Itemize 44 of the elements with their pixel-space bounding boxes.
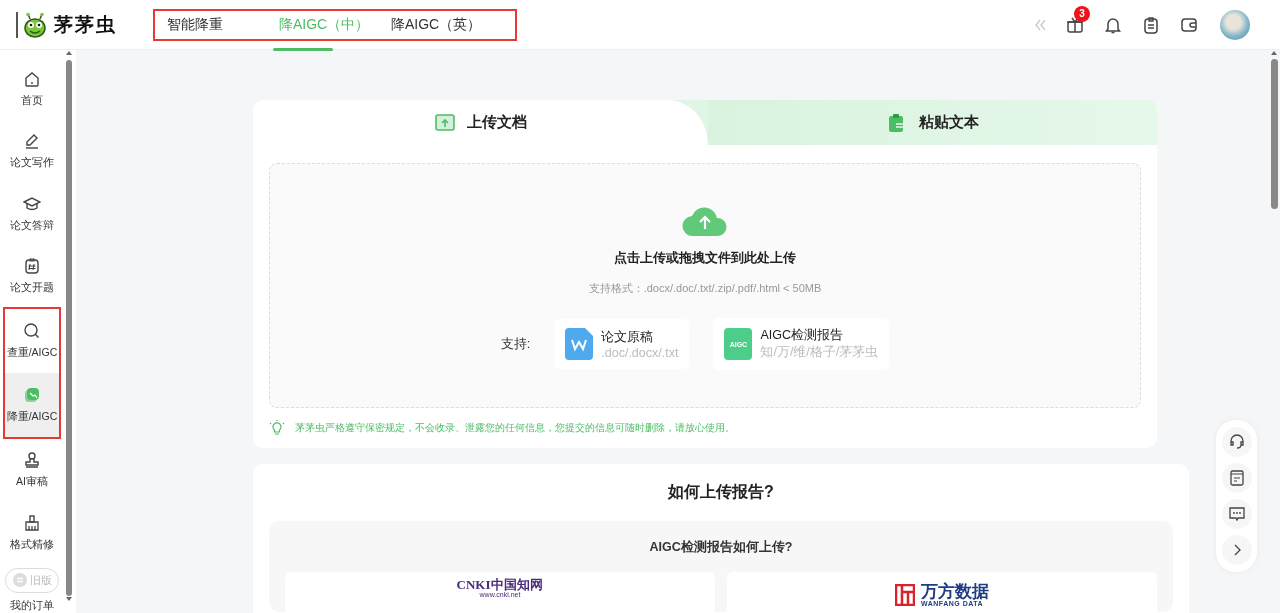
guide-subtitle: AIGC检测报告如何上传?: [648, 539, 794, 556]
brand-name: 茅茅虫: [54, 12, 117, 37]
upload-prompt: 点击上传或拖拽文件到此处上传: [614, 250, 796, 267]
stacked-cards-icon: [23, 386, 41, 405]
file-type-detail: .doc/.docx/.txt: [601, 345, 679, 360]
swap-icon: [12, 573, 27, 588]
stamp-icon: [23, 451, 41, 470]
file-type-title: AIGC检测报告: [760, 327, 844, 344]
notification-badge: 3: [1074, 5, 1090, 22]
sidebar-item[interactable]: 我的订单: [10, 599, 54, 613]
bell-icon[interactable]: [1104, 15, 1122, 34]
brush-icon: [23, 513, 41, 532]
file-type-detail: 知/万/维/格子/茅茅虫: [760, 344, 879, 361]
support-label: 支持:: [500, 335, 531, 353]
home-icon: [23, 70, 41, 89]
sidebar-item[interactable]: 论文答辩: [5, 182, 59, 245]
privacy-notice: 茅茅虫严格遵守保密规定，不会收录、泄露您的任何信息，您提交的信息可随时删除，请放心使用。: [295, 421, 735, 435]
sidebar-item[interactable]: 首页: [5, 58, 59, 121]
nav-tab[interactable]: 智能降重: [167, 9, 279, 40]
pen-icon: [23, 132, 41, 151]
clipboard-icon[interactable]: [1142, 15, 1160, 34]
upload-tab[interactable]: 粘贴文本: [708, 100, 1157, 145]
wallet-icon[interactable]: [1180, 15, 1198, 34]
lightbulb-icon: [269, 420, 285, 436]
word-file-icon: [565, 328, 594, 360]
sidebar-item[interactable]: 论文写作: [5, 120, 59, 183]
sidebar-item[interactable]: 降重/AIGC: [5, 373, 59, 438]
sidebar-item[interactable]: 论文开题: [5, 244, 59, 308]
sidebar-item[interactable]: 格式精修: [5, 501, 59, 564]
sidebar-item[interactable]: 查重/AIGC: [5, 309, 59, 374]
scrollbar-thumb[interactable]: [1270, 59, 1278, 209]
guide-title: 如何上传报告?: [667, 482, 775, 502]
sidebar-item[interactable]: AI审稿: [5, 439, 59, 502]
upload-tab[interactable]: 上传文档: [253, 100, 708, 145]
nav-tab[interactable]: 降AIGC（英）: [391, 9, 503, 40]
scroll-down-icon[interactable]: [65, 596, 73, 602]
bug-logo-icon: [22, 11, 48, 38]
cloud-upload-icon: [681, 204, 729, 238]
gift-icon[interactable]: [1066, 15, 1084, 34]
format-hint: 支持格式：.docx/.doc/.txt/.zip/.pdf/.html < 50MB: [588, 281, 822, 296]
graduation-cap-icon: [23, 194, 41, 213]
upload-document-icon: [434, 112, 455, 133]
file-type-title: 论文原稿: [601, 328, 655, 346]
hash-clipboard-icon: [23, 257, 41, 275]
